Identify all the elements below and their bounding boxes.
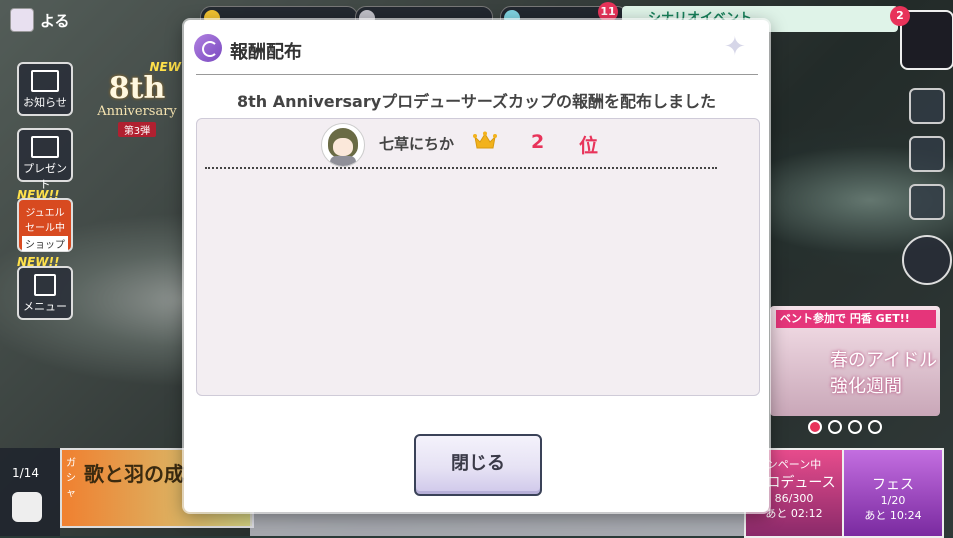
event-campaign-banner[interactable]: ベント参加で 円香 GET!! 春のアイドル強化週間	[770, 306, 940, 416]
anniversary-word: Anniversary	[97, 104, 177, 119]
fullscreen-icon[interactable]	[909, 136, 945, 172]
camera-icon[interactable]	[902, 235, 952, 285]
present-button[interactable]: プレゼント	[17, 128, 73, 191]
notification-badge: 11	[598, 2, 618, 22]
shop-label: ショップ	[22, 236, 68, 251]
fes-label: フェス	[872, 477, 914, 493]
bottom-left-panel: 1/14	[0, 448, 60, 536]
reward-dialog: 報酬配布 ✦ 8th Anniversaryプロデューサーズカップの報酬を配布し…	[184, 20, 769, 512]
pager-dot[interactable]	[828, 420, 842, 434]
avatar	[321, 123, 365, 167]
campaign-label: ベント参加で 円香 GET!!	[776, 310, 936, 328]
shop-sale-line1: ジュエル	[25, 208, 65, 219]
anniversary-part: 第3弾	[117, 122, 157, 137]
sparkle-icon: ✦	[724, 32, 746, 62]
anniversary-number: 8th	[108, 71, 166, 106]
pager-dot[interactable]	[868, 420, 882, 434]
news-label: お知らせ	[23, 96, 67, 109]
pager-dot[interactable]	[848, 420, 862, 434]
banner-pager	[808, 419, 888, 438]
main-menu-button[interactable]: 2	[890, 6, 953, 70]
player-name: よる	[40, 12, 70, 30]
list-menu-icon[interactable]	[12, 492, 42, 522]
fes-button[interactable]: フェス 1/20 あと 10:24	[842, 448, 944, 538]
reward-list: 七草にちか 2 位	[196, 118, 760, 396]
fes-time: あと 10:24	[864, 509, 922, 522]
rank-value: 2	[531, 131, 545, 153]
gift-icon	[31, 136, 59, 158]
close-button[interactable]: 閉じる	[414, 434, 542, 496]
player-icon[interactable]	[10, 8, 34, 32]
menu-badge: 2	[890, 6, 910, 26]
news-button[interactable]: お知らせ	[17, 62, 73, 116]
title-divider	[196, 74, 758, 75]
crown-icon	[473, 131, 497, 149]
anniversary-logo[interactable]: NEW 8th Anniversary 第3弾	[93, 60, 181, 137]
campaign-title: 春のアイドル強化週間	[830, 350, 938, 397]
reward-icon	[194, 34, 222, 62]
dialog-title: 報酬配布	[230, 42, 302, 63]
menu-label: メニュー	[23, 300, 67, 313]
pager-dot[interactable]	[808, 420, 822, 434]
home-icon[interactable]	[909, 88, 945, 124]
page-counter: 1/14	[12, 466, 39, 480]
fes-count: 1/20	[880, 494, 906, 507]
mail-icon	[31, 70, 59, 92]
shop-sale-line2: セール中	[25, 223, 65, 234]
refresh-icon[interactable]	[909, 184, 945, 220]
row-divider	[205, 167, 717, 169]
grid-icon	[34, 274, 56, 296]
idol-name: 七草にちか	[379, 135, 455, 153]
rank-unit: 位	[579, 135, 599, 157]
dialog-message: 8th Anniversaryプロデューサーズカップの報酬を配布しました	[236, 92, 717, 111]
gacha-label: ガシャ	[66, 458, 76, 499]
menu-button[interactable]: メニュー	[17, 266, 73, 320]
shop-button[interactable]: ジュエル セール中 ショップ	[17, 198, 73, 252]
